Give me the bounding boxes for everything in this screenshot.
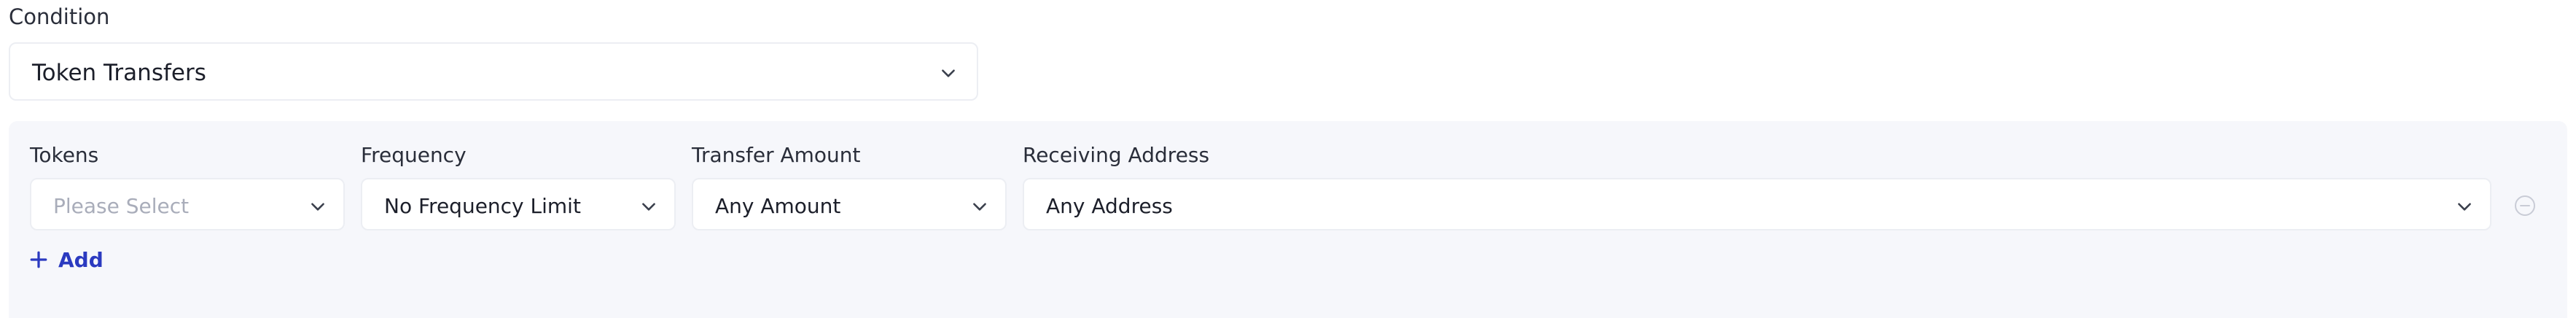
receiving-address-select-value: Any Address — [1046, 194, 1173, 218]
chevron-down-icon — [642, 203, 655, 211]
chevron-down-icon — [942, 69, 955, 77]
tokens-label: Tokens — [30, 143, 99, 167]
receiving-address-label: Receiving Address — [1023, 143, 1210, 167]
frequency-label: Frequency — [361, 143, 467, 167]
condition-select-value: Token Transfers — [32, 60, 206, 86]
receiving-address-select[interactable]: Any Address — [1023, 178, 2491, 230]
condition-editor: Condition Token Transfers Tokens Please … — [0, 0, 2576, 318]
chevron-down-icon — [2458, 203, 2471, 211]
tokens-select[interactable]: Please Select — [30, 178, 345, 230]
condition-label: Condition — [9, 4, 110, 29]
transfer-amount-label: Transfer Amount — [692, 143, 861, 167]
transfer-amount-select[interactable]: Any Amount — [692, 178, 1007, 230]
minus-circle-icon[interactable] — [2514, 195, 2536, 217]
rule-row-panel: Tokens Please Select Frequency No Freque… — [9, 121, 2567, 318]
frequency-select[interactable]: No Frequency Limit — [361, 178, 676, 230]
condition-select[interactable]: Token Transfers — [9, 42, 978, 101]
add-button-label: Add — [58, 247, 104, 272]
chevron-down-icon — [311, 203, 324, 211]
add-button[interactable]: Add — [29, 247, 104, 273]
transfer-amount-select-value: Any Amount — [715, 194, 841, 218]
plus-icon — [30, 251, 47, 268]
frequency-select-value: No Frequency Limit — [384, 194, 581, 218]
tokens-select-placeholder: Please Select — [53, 194, 190, 218]
chevron-down-icon — [973, 203, 986, 211]
